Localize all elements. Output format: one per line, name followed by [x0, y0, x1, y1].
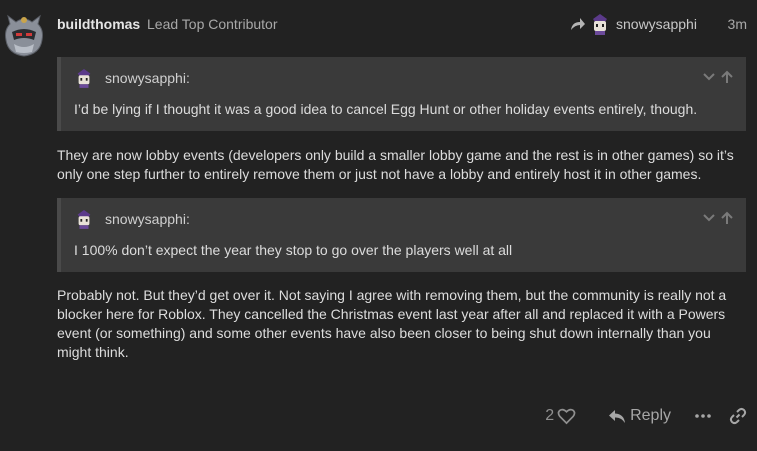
quote-avatar [77, 210, 91, 229]
quote-title: snowysapphi: [75, 67, 190, 89]
post-timestamp[interactable]: 3m [728, 16, 747, 32]
chevron-down-icon[interactable] [702, 211, 716, 225]
author-avatar[interactable] [2, 10, 46, 58]
quote-title: snowysapphi: [75, 208, 190, 230]
quote-text: I’d be lying if I thought it was a good … [74, 101, 698, 117]
reply-to-avatar [593, 14, 607, 35]
quote-controls [702, 70, 734, 84]
quote-block: snowysapphi: I 100% don’t expect the yea… [57, 198, 746, 272]
chevron-down-icon[interactable] [702, 70, 716, 84]
author-username[interactable]: buildthomas [57, 16, 140, 32]
arrow-up-icon[interactable] [720, 211, 734, 225]
quote-username[interactable]: snowysapphi: [105, 70, 190, 86]
reply-to-link[interactable]: snowysapphi [570, 12, 697, 36]
reply-icon [609, 409, 626, 423]
ellipsis-icon [695, 414, 711, 418]
like-button[interactable]: 2 [545, 407, 576, 425]
share-arrow-icon [571, 18, 585, 30]
link-icon[interactable] [729, 407, 747, 425]
reply-label: Reply [630, 407, 671, 424]
quote-text: I 100% don’t expect the year they stop t… [74, 242, 513, 258]
quote-block: snowysapphi: I’d be lying if I thought i… [57, 57, 746, 131]
more-options-button[interactable] [693, 406, 713, 426]
post-paragraph: Probably not. But they’d get over it. No… [57, 287, 727, 360]
forum-post: buildthomas Lead Top Contributor snowysa… [0, 0, 757, 451]
post-header: buildthomas Lead Top Contributor snowysa… [57, 14, 747, 35]
author-title: Lead Top Contributor [147, 16, 278, 32]
reply-to-username: snowysapphi [616, 16, 697, 32]
quote-controls [702, 211, 734, 225]
heart-icon [557, 408, 576, 424]
post-actions: 2 Reply [545, 404, 747, 428]
quote-username[interactable]: snowysapphi: [105, 211, 190, 227]
quote-avatar [77, 69, 91, 88]
post-paragraph: They are now lobby events (developers on… [57, 147, 734, 182]
like-count: 2 [545, 407, 555, 424]
arrow-up-icon[interactable] [720, 70, 734, 84]
reply-button[interactable]: Reply [608, 407, 671, 425]
